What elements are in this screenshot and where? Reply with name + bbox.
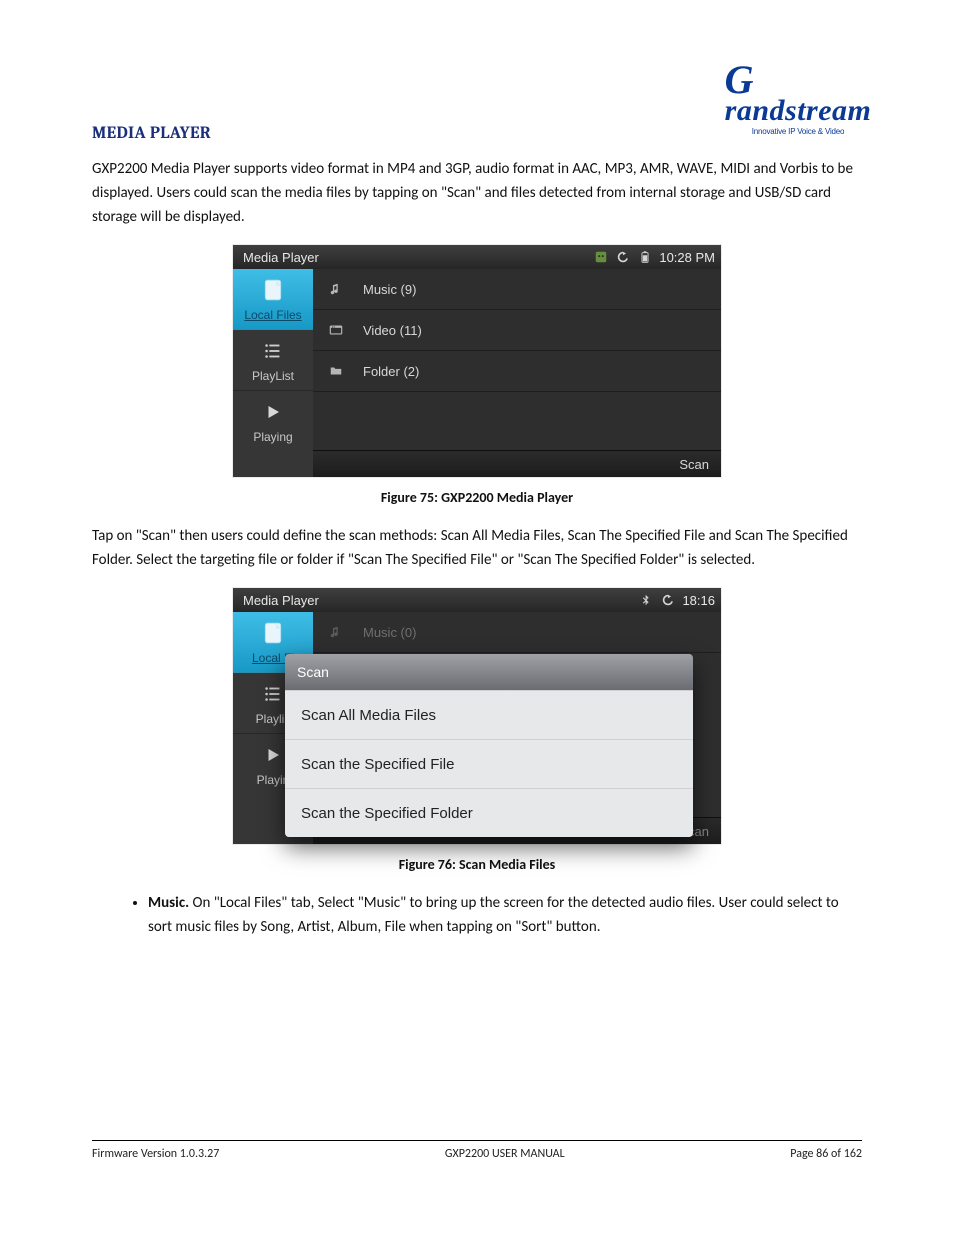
list-icon [259,337,287,365]
list-area: Music (0) Scan Scan Scan All Media Files… [313,612,721,844]
window-title: Media Player [239,593,319,608]
play-icon [259,741,287,769]
brand-logo: Grandstream Innovative IP Voice & Video [738,56,858,136]
list-row-folder[interactable]: Folder (2) [313,351,721,392]
footer-center: GXP2200 USER MANUAL [445,1147,565,1161]
status-time: 18:16 [682,593,715,608]
figure-media-player: Media Player 10:28 PM Local Files [233,245,721,477]
sidebar-item-label: Local Files [244,308,301,322]
music-note-icon [325,282,347,296]
footer-left: Firmware Version 1.0.3.27 [92,1147,219,1161]
popup-item-scan-all[interactable]: Scan All Media Files [285,690,693,739]
figure-scan-popup: Media Player 18:16 Local Fi [233,588,721,844]
list-row-label: Music (0) [363,625,416,640]
sync-icon [660,592,676,608]
window-title: Media Player [239,250,319,265]
video-icon [325,323,347,337]
sidebar-item-label: Playing [253,430,292,444]
intro-paragraph: GXP2200 Media Player supports video form… [92,157,862,229]
document-icon [259,276,287,304]
status-bar: Media Player 10:28 PM [233,245,721,269]
android-icon [593,249,609,265]
footer-right: Page 86 of 162 [790,1147,862,1161]
list-row-label: Video (11) [363,323,422,338]
bluetooth-icon [638,592,654,608]
list-row-label: Music (9) [363,282,416,297]
footer-bar: Scan [313,450,721,477]
figure-caption-1: Figure 75: GXP2200 Media Player [92,489,862,506]
sync-icon [615,249,631,265]
sidebar: Local Files PlayList Playing [233,269,313,477]
status-time: 10:28 PM [659,250,715,265]
paragraph-scan-desc: Tap on "Scan" then users could define th… [92,524,862,572]
play-icon [259,398,287,426]
scan-popup: Scan Scan All Media Files Scan the Speci… [285,654,693,837]
document-icon [259,619,287,647]
scan-button[interactable]: Scan [679,457,709,472]
list-icon [259,680,287,708]
sidebar-item-local-files[interactable]: Local Files [233,269,313,330]
popup-item-scan-file[interactable]: Scan the Specified File [285,739,693,788]
list-row-music: Music (0) [313,612,721,653]
list-area: Music (9) Video (11) Folder (2) Sc [313,269,721,477]
folder-icon [325,364,347,378]
bullet-rest: On "Local Files" tab, Select "Music" to … [148,894,839,936]
status-bar: Media Player 18:16 [233,588,721,612]
sidebar-item-playing[interactable]: Playing [233,391,313,451]
music-note-icon [325,625,347,639]
list-row-music[interactable]: Music (9) [313,269,721,310]
bullet-prefix: Music. [148,894,189,912]
bullet-music: Music. On "Local Files" tab, Select "Mus… [148,891,862,939]
brand-logo-text: Grandstream [725,56,872,126]
page-footer: Firmware Version 1.0.3.27 GXP2200 USER M… [92,1140,862,1161]
figure-caption-2: Figure 76: Scan Media Files [92,856,862,873]
battery-icon [637,249,653,265]
list-row-label: Folder (2) [363,364,419,379]
brand-tagline: Innovative IP Voice & Video [752,128,845,136]
popup-title: Scan [285,654,693,690]
popup-item-scan-folder[interactable]: Scan the Specified Folder [285,788,693,837]
sidebar-item-playlist[interactable]: PlayList [233,330,313,391]
list-row-video[interactable]: Video (11) [313,310,721,351]
sidebar-item-label: PlayList [252,369,294,383]
